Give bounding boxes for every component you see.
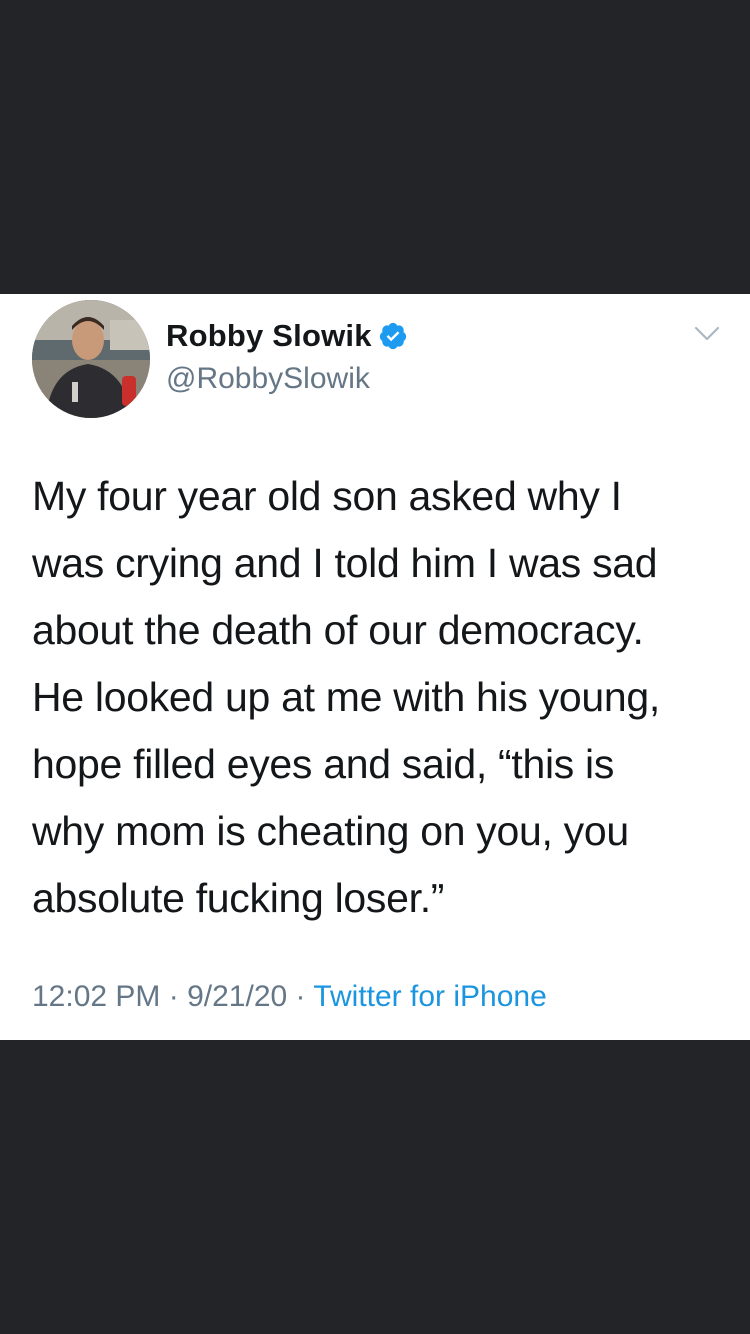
avatar-photo bbox=[32, 300, 150, 418]
avatar[interactable] bbox=[32, 300, 150, 418]
chevron-down-icon[interactable] bbox=[692, 322, 722, 346]
author-name[interactable]: Robby Slowik bbox=[166, 318, 372, 354]
tweet-text-line: hope filled eyes and said, “this is bbox=[32, 741, 615, 787]
author-name-row: Robby Slowik bbox=[166, 316, 408, 356]
tweet-text: My four year old son asked why I was cry… bbox=[32, 463, 722, 932]
meta-separator: · bbox=[160, 980, 188, 1013]
meta-separator: · bbox=[287, 980, 314, 1013]
author-handle[interactable]: @RobbySlowik bbox=[166, 362, 408, 396]
tweet-text-line: about the death of our democracy. bbox=[32, 607, 644, 653]
verified-badge-icon bbox=[378, 321, 408, 351]
tweet-date[interactable]: 9/21/20 bbox=[187, 980, 287, 1013]
tweet-text-line: He looked up at me with his young, bbox=[32, 674, 660, 720]
tweet-text-line: My four year old son asked why I bbox=[32, 473, 622, 519]
tweet-source-link[interactable]: Twitter for iPhone bbox=[313, 980, 546, 1013]
tweet-text-line: was crying and I told him I was sad bbox=[32, 540, 658, 586]
tweet-text-line: why mom is cheating on you, you bbox=[32, 808, 629, 854]
tweet-text-line: absolute fucking loser.” bbox=[32, 875, 445, 921]
screenshot-page: Robby Slowik @RobbySlowik My four year o… bbox=[0, 0, 750, 1334]
tweet-author[interactable]: Robby Slowik @RobbySlowik bbox=[166, 316, 408, 396]
tweet-metadata: 12:02 PM · 9/21/20 · Twitter for iPhone bbox=[32, 980, 547, 1014]
tweet-time[interactable]: 12:02 PM bbox=[32, 980, 160, 1013]
